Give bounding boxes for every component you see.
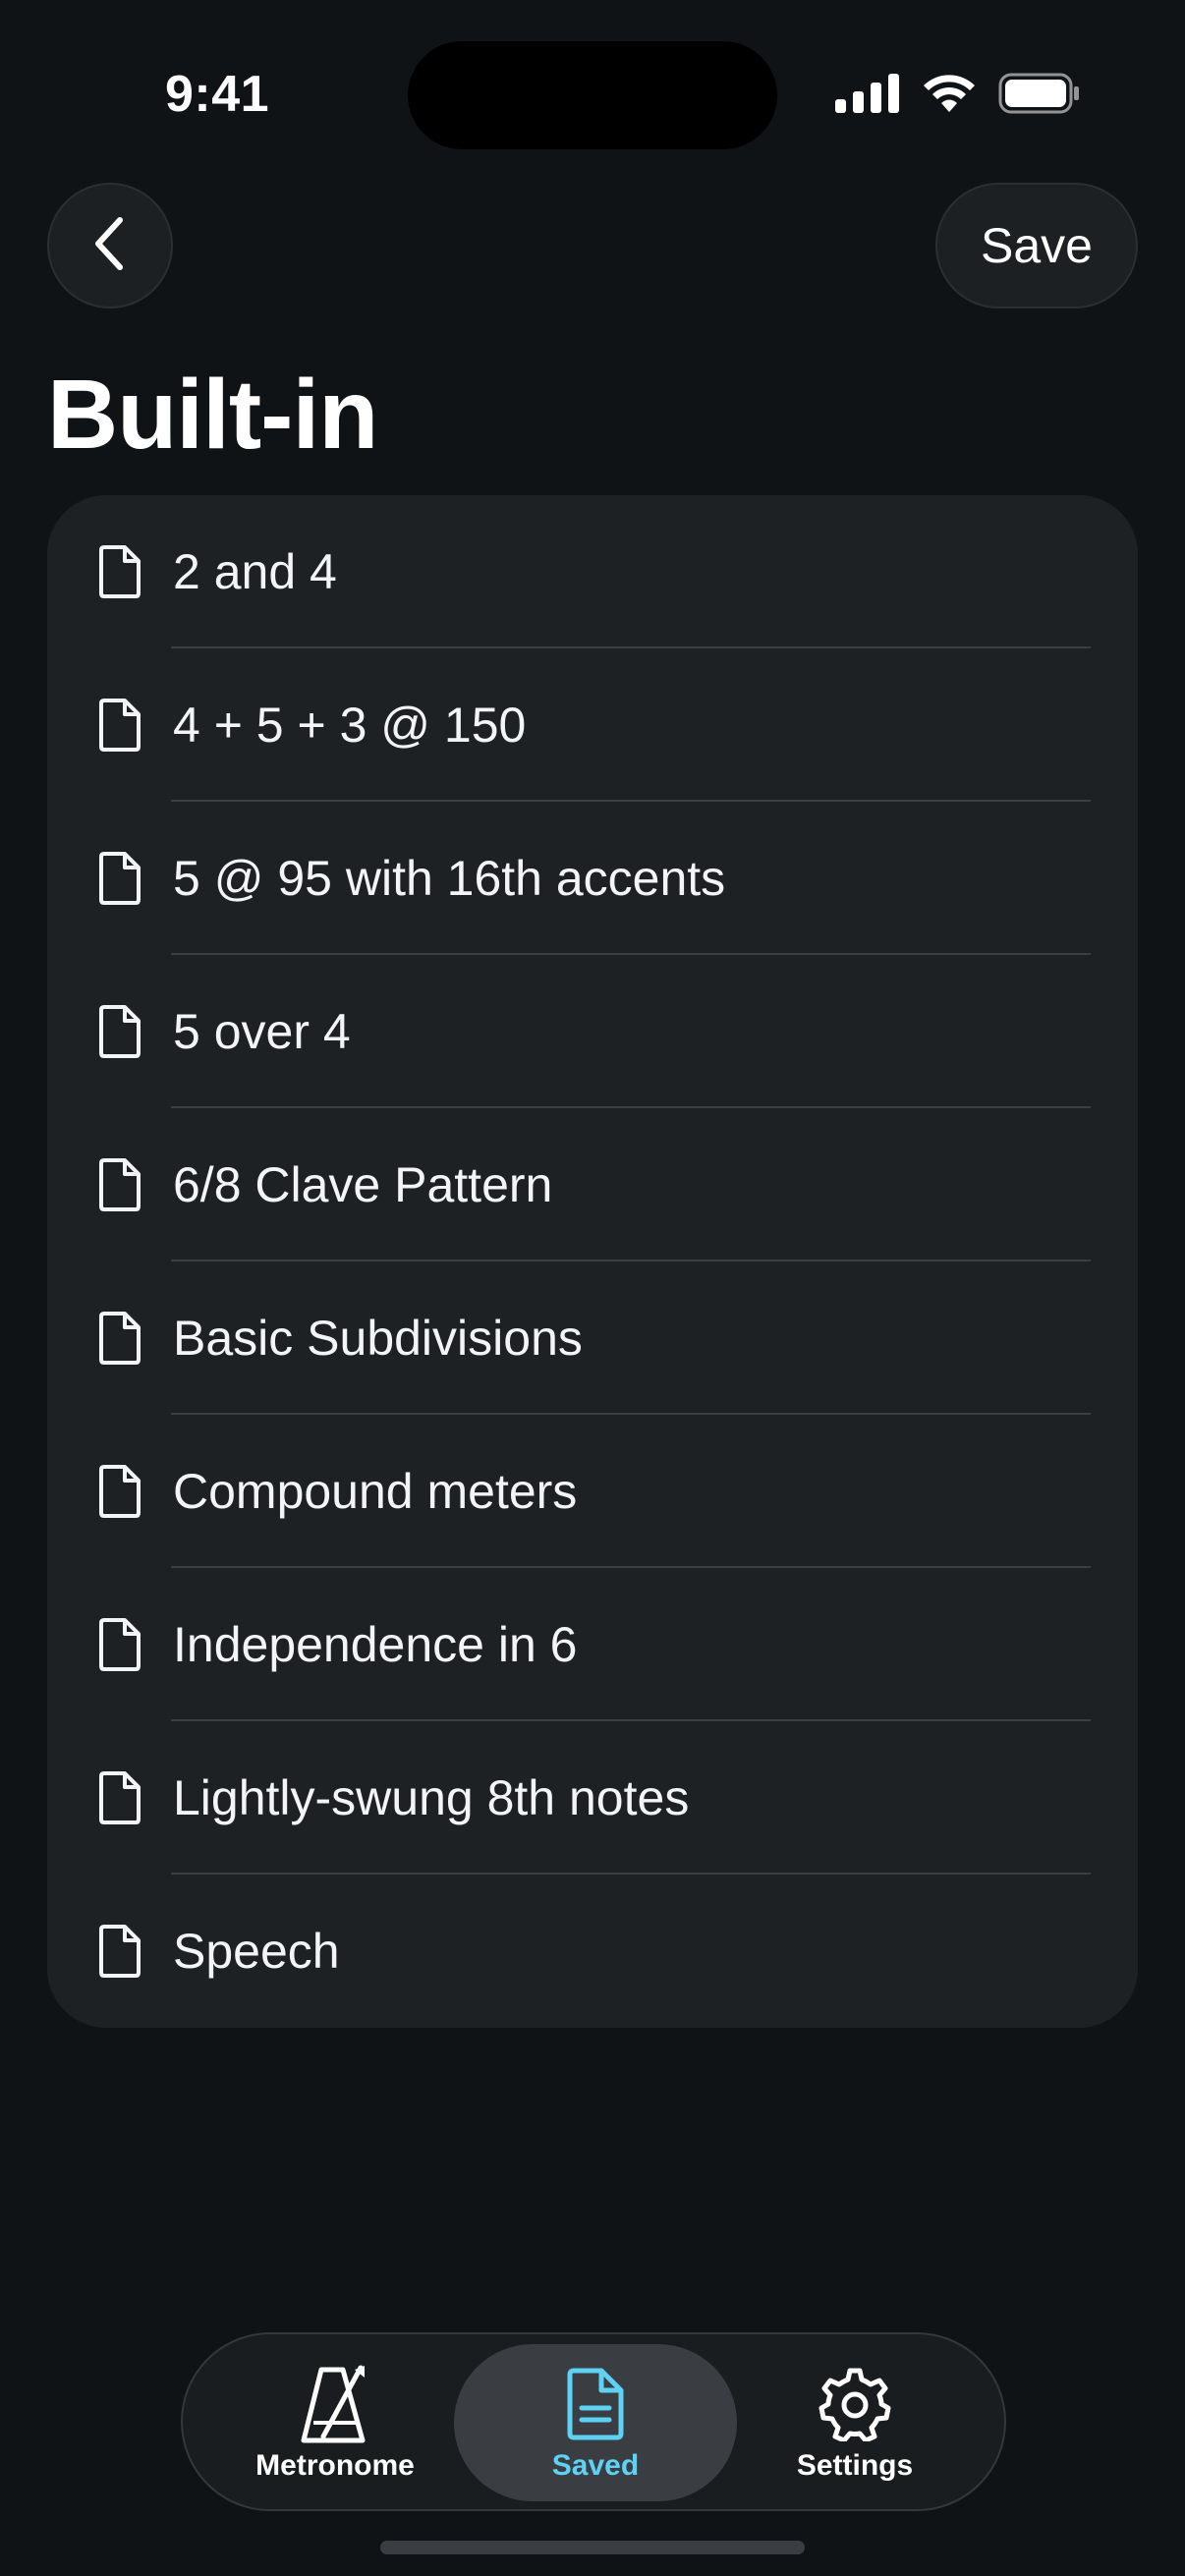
gear-icon: [818, 2363, 892, 2445]
tab-saved-label: Saved: [551, 2449, 640, 2482]
document-icon: [566, 2363, 625, 2445]
list-item[interactable]: Speech: [47, 1875, 1138, 2028]
home-indicator: [380, 2541, 805, 2554]
tab-settings-label: Settings: [796, 2449, 914, 2482]
list-item-label: Lightly-swung 8th notes: [173, 1770, 690, 1825]
tab-settings[interactable]: Settings: [741, 2344, 969, 2501]
document-icon: [98, 851, 141, 906]
document-icon: [98, 1770, 141, 1825]
tab-metronome[interactable]: Metronome: [222, 2344, 448, 2501]
list-item-label: 4 + 5 + 3 @ 150: [173, 698, 527, 753]
list-item[interactable]: 4 + 5 + 3 @ 150: [47, 648, 1138, 802]
document-icon: [98, 1924, 141, 1979]
list-item[interactable]: 5 over 4: [47, 955, 1138, 1108]
save-button[interactable]: Save: [935, 183, 1138, 308]
document-icon: [98, 544, 141, 599]
tab-bar: Metronome Saved Settings: [181, 2332, 1006, 2511]
list-item-label: Basic Subdivisions: [173, 1311, 583, 1366]
list-item-label: Speech: [173, 1924, 340, 1979]
document-icon: [98, 698, 141, 753]
chevron-left-icon: [90, 216, 130, 276]
tab-saved[interactable]: Saved: [454, 2344, 737, 2501]
wifi-icon: [922, 73, 977, 119]
built-in-list: 2 and 4 4 + 5 + 3 @ 150 5 @ 95 with 16th a…: [47, 495, 1138, 2028]
list-item-label: 2 and 4: [173, 544, 337, 599]
metronome-icon: [300, 2363, 370, 2445]
list-item[interactable]: Basic Subdivisions: [47, 1261, 1138, 1415]
list-item-label: 5 @ 95 with 16th accents: [173, 851, 726, 906]
list-item[interactable]: Lightly-swung 8th notes: [47, 1721, 1138, 1875]
document-icon: [98, 1464, 141, 1519]
document-icon: [98, 1311, 141, 1366]
page-title: Built-in: [47, 360, 378, 470]
list-item[interactable]: 5 @ 95 with 16th accents: [47, 802, 1138, 955]
tab-metronome-label: Metronome: [255, 2449, 415, 2482]
list-item-label: 5 over 4: [173, 1004, 351, 1059]
list-item[interactable]: Compound meters: [47, 1415, 1138, 1568]
status-icons: [835, 73, 1081, 119]
dynamic-island: [408, 41, 777, 149]
list-item[interactable]: Independence in 6: [47, 1568, 1138, 1721]
list-item-label: Compound meters: [173, 1464, 578, 1519]
list-item[interactable]: 2 and 4: [47, 495, 1138, 648]
cellular-signal-icon: [835, 74, 900, 118]
list-item-label: 6/8 Clave Pattern: [173, 1157, 553, 1212]
document-icon: [98, 1157, 141, 1212]
list-item-label: Independence in 6: [173, 1617, 578, 1672]
list-item[interactable]: 6/8 Clave Pattern: [47, 1108, 1138, 1261]
document-icon: [98, 1617, 141, 1672]
document-icon: [98, 1004, 141, 1059]
back-button[interactable]: [47, 183, 173, 308]
status-time: 9:41: [165, 66, 270, 123]
battery-icon: [998, 73, 1081, 119]
